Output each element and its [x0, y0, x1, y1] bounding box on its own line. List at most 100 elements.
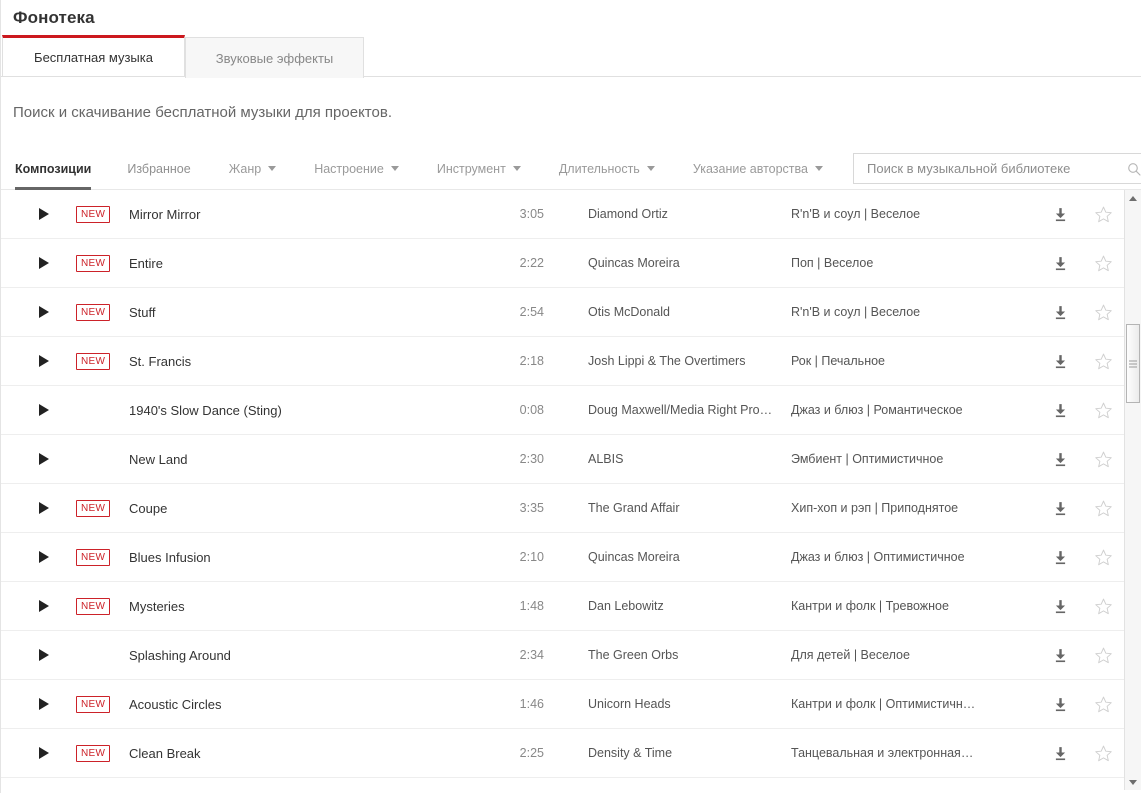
scroll-up-arrow-icon[interactable] — [1125, 190, 1141, 206]
track-artist[interactable]: Quincas Moreira — [544, 550, 777, 564]
track-row[interactable]: NEW Blues Infusion 2:10 Quincas Moreira Джаз… — [1, 533, 1141, 582]
track-favorite-cell — [1083, 744, 1123, 763]
track-title[interactable]: St. Francis — [129, 354, 499, 369]
track-title[interactable]: Mysteries — [129, 599, 499, 614]
tab-free-music[interactable]: Бесплатная музыка — [2, 35, 185, 76]
track-favorite-cell — [1083, 401, 1123, 420]
play-icon[interactable] — [39, 600, 49, 612]
track-artist[interactable]: Otis McDonald — [544, 305, 777, 319]
track-download-cell — [1037, 549, 1083, 566]
download-icon[interactable] — [1052, 549, 1069, 566]
track-title[interactable]: Blues Infusion — [129, 550, 499, 565]
track-artist[interactable]: Diamond Ortiz — [544, 207, 777, 221]
track-artist[interactable]: Josh Lippi & The Overtimers — [544, 354, 777, 368]
track-artist[interactable]: ALBIS — [544, 452, 777, 466]
track-title[interactable]: New Land — [129, 452, 499, 467]
scroll-down-arrow-icon[interactable] — [1125, 774, 1141, 790]
star-outline-icon[interactable] — [1094, 303, 1113, 322]
track-row[interactable]: NEW St. Francis 2:18 Josh Lippi & The Overt… — [1, 337, 1141, 386]
track-artist[interactable]: The Grand Affair — [544, 501, 777, 515]
track-title[interactable]: Clean Break — [129, 746, 499, 761]
track-play-cell — [1, 404, 76, 416]
track-title[interactable]: Stuff — [129, 305, 499, 320]
track-duration: 3:05 — [519, 207, 544, 221]
download-icon[interactable] — [1052, 647, 1069, 664]
track-row[interactable]: NEW Mysteries 1:48 Dan Lebowitz Кантри и фол… — [1, 582, 1141, 631]
dropdown-attribution[interactable]: Указание авторства — [693, 162, 823, 176]
play-icon[interactable] — [39, 649, 49, 661]
star-outline-icon[interactable] — [1094, 499, 1113, 518]
tab-sound-effects[interactable]: Звуковые эффекты — [185, 37, 364, 78]
track-artist[interactable]: The Green Orbs — [544, 648, 777, 662]
star-outline-icon[interactable] — [1094, 254, 1113, 273]
download-icon[interactable] — [1052, 696, 1069, 713]
search-input[interactable] — [865, 160, 1126, 177]
track-play-cell — [1, 208, 76, 220]
star-outline-icon[interactable] — [1094, 401, 1113, 420]
star-outline-icon[interactable] — [1094, 646, 1113, 665]
star-outline-icon[interactable] — [1094, 744, 1113, 763]
track-artist[interactable]: Unicorn Heads — [544, 697, 777, 711]
track-row[interactable]: NEW Entire 2:22 Quincas Moreira Поп | Весело… — [1, 239, 1141, 288]
tab-free-music-label: Бесплатная музыка — [34, 49, 153, 65]
play-icon[interactable] — [39, 355, 49, 367]
track-artist[interactable]: Density & Time — [544, 746, 777, 760]
track-row[interactable]: NEW Stuff 2:54 Otis McDonald R'n'B и соул | … — [1, 288, 1141, 337]
track-list-scrollbar[interactable] — [1124, 190, 1141, 790]
play-icon[interactable] — [39, 453, 49, 465]
track-row[interactable]: NEW Clean Break 2:25 Density & Time Танцевал… — [1, 729, 1141, 778]
play-icon[interactable] — [39, 502, 49, 514]
play-icon[interactable] — [39, 208, 49, 220]
play-icon[interactable] — [39, 404, 49, 416]
dropdown-genre[interactable]: Жанр — [229, 162, 277, 176]
dropdown-instrument[interactable]: Инструмент — [437, 162, 521, 176]
track-title[interactable]: Mirror Mirror — [129, 207, 499, 222]
download-icon[interactable] — [1052, 598, 1069, 615]
download-icon[interactable] — [1052, 304, 1069, 321]
download-icon[interactable] — [1052, 402, 1069, 419]
dropdown-mood-label: Настроение — [314, 161, 384, 176]
filter-tab-favorites[interactable]: Избранное — [127, 148, 190, 190]
download-icon[interactable] — [1052, 206, 1069, 223]
track-row[interactable]: New Land 2:30 ALBIS Эмбиент | Оптимистичное — [1, 435, 1141, 484]
track-row[interactable]: Splashing Around 2:34 The Green Orbs Для де… — [1, 631, 1141, 680]
track-artist[interactable]: Doug Maxwell/Media Right Productio… — [544, 403, 777, 417]
track-duration: 2:18 — [519, 354, 544, 368]
star-outline-icon[interactable] — [1094, 450, 1113, 469]
search-icon[interactable] — [1126, 161, 1141, 177]
scrollbar-thumb[interactable] — [1126, 324, 1140, 403]
filter-tab-tracks[interactable]: Композиции — [15, 148, 92, 190]
play-icon[interactable] — [39, 698, 49, 710]
search-box[interactable] — [853, 153, 1141, 184]
track-play-cell — [1, 257, 76, 269]
play-icon[interactable] — [39, 257, 49, 269]
track-title[interactable]: 1940's Slow Dance (Sting) — [129, 403, 499, 418]
track-title[interactable]: Splashing Around — [129, 648, 499, 663]
star-outline-icon[interactable] — [1094, 205, 1113, 224]
dropdown-duration[interactable]: Длительность — [559, 162, 655, 176]
track-artist[interactable]: Quincas Moreira — [544, 256, 777, 270]
track-title[interactable]: Entire — [129, 256, 499, 271]
track-title[interactable]: Acoustic Circles — [129, 697, 499, 712]
track-artist[interactable]: Dan Lebowitz — [544, 599, 777, 613]
play-icon[interactable] — [39, 306, 49, 318]
track-favorite-cell — [1083, 695, 1123, 714]
download-icon[interactable] — [1052, 353, 1069, 370]
play-icon[interactable] — [39, 551, 49, 563]
track-row[interactable]: NEW Acoustic Circles 1:46 Unicorn Heads Кант… — [1, 680, 1141, 729]
star-outline-icon[interactable] — [1094, 352, 1113, 371]
track-row[interactable]: NEW Coupe 3:35 The Grand Affair Хип-хоп и рэ… — [1, 484, 1141, 533]
download-icon[interactable] — [1052, 451, 1069, 468]
track-row[interactable]: NEW Mirror Mirror 3:05 Diamond Ortiz R'n'B и… — [1, 190, 1141, 239]
track-row[interactable]: 1940's Slow Dance (Sting) 0:08 Doug Maxwel… — [1, 386, 1141, 435]
track-title[interactable]: Coupe — [129, 501, 499, 516]
dropdown-mood[interactable]: Настроение — [314, 162, 399, 176]
download-icon[interactable] — [1052, 500, 1069, 517]
download-icon[interactable] — [1052, 255, 1069, 272]
star-outline-icon[interactable] — [1094, 548, 1113, 567]
star-outline-icon[interactable] — [1094, 695, 1113, 714]
tab-sound-effects-label: Звуковые эффекты — [215, 50, 334, 66]
download-icon[interactable] — [1052, 745, 1069, 762]
play-icon[interactable] — [39, 747, 49, 759]
star-outline-icon[interactable] — [1094, 597, 1113, 616]
